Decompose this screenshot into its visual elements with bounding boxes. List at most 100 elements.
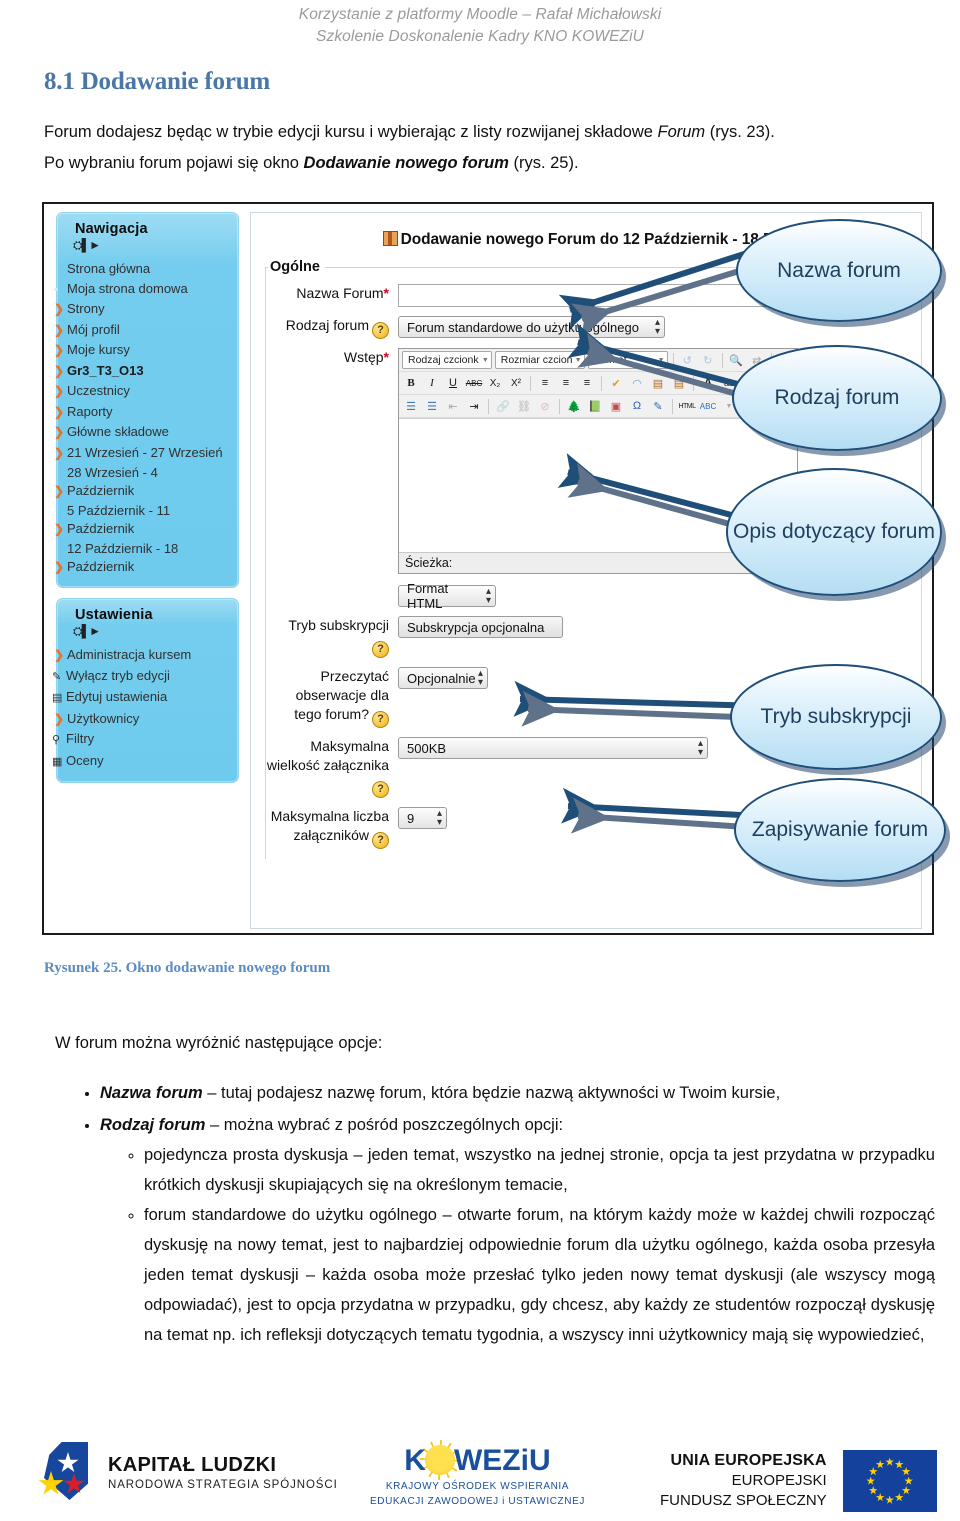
format-select[interactable]: Format ▼ xyxy=(587,351,668,369)
forum-name-input[interactable] xyxy=(398,284,794,307)
chevron-right-icon[interactable]: ❯ xyxy=(54,445,67,463)
maxsize-select[interactable]: 500KB ▴ ▾ xyxy=(398,737,708,759)
sidebar-item-9[interactable]: ❯ 21 Wrzesień - 27 Wrzesień xyxy=(54,443,228,464)
html-source-icon[interactable]: HTML xyxy=(678,397,696,415)
sidebar-item-10[interactable]: ❯28 Wrzesień - 4 Październik xyxy=(54,463,228,501)
help-icon-tracking[interactable]: ? xyxy=(372,711,389,728)
tracking-select[interactable]: Opcjonalnie ▴ ▾ xyxy=(398,667,488,689)
sidebar-item-2[interactable]: ❯ Strony xyxy=(54,299,228,320)
help-icon-type[interactable]: ? xyxy=(372,322,389,339)
link-icon[interactable]: 🔗 xyxy=(494,397,512,415)
chevron-right-icon[interactable]: ❯ xyxy=(54,483,67,501)
chevron-right-icon[interactable]: ❯ xyxy=(54,559,67,577)
sidebar-item-label: Filtry xyxy=(66,731,95,746)
sidebar-item-label: 21 Wrzesień - 27 Wrzesień xyxy=(67,444,223,460)
block-tools-icons[interactable]: ⛭▌► xyxy=(67,238,228,253)
outdent-icon[interactable]: ⇤ xyxy=(444,397,462,415)
intro-text-2c: (rys. 25). xyxy=(508,154,579,172)
find-icon[interactable]: 🔍 xyxy=(727,351,745,369)
font-family-select[interactable]: Rodzaj czcionk ▼ xyxy=(402,351,492,369)
koweziu-subtitle-2: EDUKACJI ZAWODOWEJ i USTAWICZNEJ xyxy=(370,1496,585,1507)
chevron-right-icon[interactable]: ❯ xyxy=(54,301,67,319)
subscript-icon[interactable]: X₂ xyxy=(486,374,504,392)
chevron-right-icon[interactable]: ❯ xyxy=(54,322,67,340)
sidebar-item-4[interactable]: ⚲ Filtry xyxy=(52,729,228,751)
chevron-down-icon[interactable]: ❯ xyxy=(54,342,67,360)
bold-icon[interactable]: B xyxy=(402,374,420,392)
sidebar-item-6[interactable]: ❯ Uczestnicy xyxy=(54,381,228,402)
strikethrough-icon[interactable]: ABC xyxy=(465,374,483,392)
navigation-block-title: Nawigacja xyxy=(75,221,148,237)
eraser-icon[interactable]: ◠ xyxy=(628,374,646,392)
eu-star-icon xyxy=(866,1476,876,1485)
spellcheck-icon[interactable]: ABC xyxy=(699,397,717,415)
sidebar-item-5[interactable]: ❯ Gr3_T3_O13 xyxy=(54,361,228,382)
insert-media-icon[interactable]: 📗 xyxy=(586,397,604,415)
help-icon-maxsize[interactable]: ? xyxy=(372,781,389,798)
sidebar-item-12[interactable]: ❯12 Październik - 18 Październik xyxy=(54,539,228,577)
eu-line-3: FUNDUSZ SPOŁECZNY xyxy=(660,1492,827,1509)
sidebar-item-11[interactable]: ❯5 Październik - 11 Październik xyxy=(54,501,228,539)
sidebar-item-8[interactable]: ❯ Główne składowe xyxy=(54,422,228,443)
chevron-right-icon[interactable]: ❯ xyxy=(54,404,67,422)
numbered-list-icon[interactable]: ☰ xyxy=(423,397,441,415)
bullet-list-icon[interactable]: ☰ xyxy=(402,397,420,415)
sidebar-item-7[interactable]: ❯ Raporty xyxy=(54,402,228,423)
toolbar-separator xyxy=(721,352,723,368)
subscription-select[interactable]: Subskrypcja opcjonalna xyxy=(398,616,563,638)
indent-icon[interactable]: ⇥ xyxy=(465,397,483,415)
sidebar-item-3[interactable]: ❯ Mój profil xyxy=(54,320,228,341)
forum-type-select[interactable]: Forum standardowe do użytku ogólnego ▴ ▾ xyxy=(398,316,665,338)
insert-table-icon[interactable]: ▣ xyxy=(607,397,625,415)
align-right-icon[interactable]: ≡ xyxy=(578,374,596,392)
chevron-down-icon[interactable]: ❯ xyxy=(54,647,67,665)
label-subscription: Tryb subskrypcji? xyxy=(266,616,398,658)
redo-icon[interactable]: ↻ xyxy=(699,351,717,369)
maxcount-select[interactable]: 9 ▴ ▾ xyxy=(398,807,447,829)
eu-line-1: UNIA EUROPEJSKA xyxy=(670,1452,827,1469)
sidebar-item-1[interactable]: ▪ Moja strona domowa xyxy=(54,279,228,300)
sidebar-item-4[interactable]: ❯ Moje kursy xyxy=(54,340,228,361)
superscript-icon[interactable]: X² xyxy=(507,374,525,392)
chevron-right-icon[interactable]: ❯ xyxy=(54,711,67,729)
chevron-down-icon[interactable]: ❯ xyxy=(54,363,67,381)
format-html-select[interactable]: Format HTML ▴ ▾ xyxy=(398,581,496,611)
sidebar-item-2[interactable]: ▤ Edytuj ustawienia xyxy=(52,687,228,709)
option-term-type: Rodzaj forum xyxy=(100,1116,206,1134)
font-size-select[interactable]: Rozmiar czcion ▼ xyxy=(494,351,585,369)
special-char-icon[interactable]: Ω xyxy=(628,397,646,415)
paste-text-icon[interactable]: ▤ xyxy=(649,374,667,392)
document-page: Korzystanie z platformy Moodle – Rafał M… xyxy=(0,0,960,1521)
unlink-icon[interactable]: ⛓ xyxy=(515,397,533,415)
insert-note-icon[interactable]: ✎ xyxy=(649,397,667,415)
chevron-right-icon[interactable]: ❯ xyxy=(54,521,67,539)
intro-emph-forum: Forum xyxy=(657,123,706,141)
sidebar-item-0[interactable]: Strona główna xyxy=(67,259,228,279)
help-icon-subscription[interactable]: ? xyxy=(372,641,389,658)
label-forum-intro-text: Wstęp xyxy=(343,349,384,365)
sidebar-item-1[interactable]: ✎ Wyłącz tryb edycji xyxy=(52,666,228,688)
navigation-list: Strona główna ▪ Moja strona domowa ❯ Strony ❯… xyxy=(54,259,228,577)
label-maxsize-text: Maksymalna wielkość załącznika xyxy=(266,738,389,773)
align-center-icon[interactable]: ≡ xyxy=(557,374,575,392)
italic-icon[interactable]: I xyxy=(423,374,441,392)
spinner-icon-type: ▴ ▾ xyxy=(654,317,660,337)
chevron-right-icon[interactable]: ❯ xyxy=(54,383,67,401)
align-left-icon[interactable]: ≡ xyxy=(536,374,554,392)
sidebar-item-0[interactable]: ❯ Administracja kursem xyxy=(54,645,228,666)
sidebar-item-5[interactable]: ▦ Oceny xyxy=(52,751,228,773)
anchor-icon[interactable]: ⊘ xyxy=(536,397,554,415)
settings-tools-icons[interactable]: ⛭▌► xyxy=(67,624,228,639)
clean-icon[interactable]: ✔ xyxy=(607,374,625,392)
general-legend: Ogólne xyxy=(270,259,320,275)
paste-word-icon[interactable]: ▤ xyxy=(670,374,688,392)
insert-image-icon[interactable]: 🌲 xyxy=(565,397,583,415)
undo-icon[interactable]: ↺ xyxy=(678,351,696,369)
chevron-right-icon[interactable]: ❯ xyxy=(54,424,67,442)
help-icon-maxcount[interactable]: ? xyxy=(372,832,389,849)
font-color-icon[interactable]: A xyxy=(699,374,717,392)
sidebar-item-3[interactable]: ❯ Użytkownicy xyxy=(54,709,228,730)
underline-icon[interactable]: U xyxy=(444,374,462,392)
maxsize-value: 500KB xyxy=(407,740,447,756)
chevron-down-icon: ▼ xyxy=(481,356,489,364)
